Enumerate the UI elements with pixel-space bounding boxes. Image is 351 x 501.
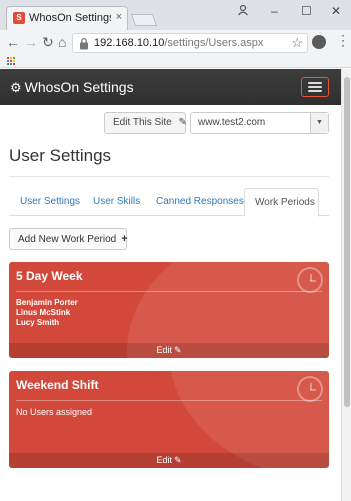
maximize-icon[interactable]: ☐ (301, 4, 312, 18)
work-period-card: Weekend Shift No Users assigned Edit ✎ (9, 371, 329, 468)
home-icon[interactable]: ⌂ (58, 34, 66, 50)
forward-icon[interactable]: → (24, 34, 38, 50)
back-icon[interactable]: ← (6, 34, 20, 50)
edit-label: Edit (156, 455, 172, 465)
apps-dot (10, 63, 12, 65)
work-period-name: 5 Day Week (16, 269, 83, 283)
pencil-icon: ✎ (173, 345, 182, 355)
url-host: 192.168.10.10 (94, 37, 165, 49)
tab-user-skills[interactable]: User Skills (93, 188, 140, 216)
plus-icon: + (121, 233, 128, 245)
cogs-icon: ⚙ (10, 80, 22, 95)
hamburger-line (308, 90, 322, 92)
pencil-icon: ✎ (178, 117, 187, 128)
minimize-icon[interactable]: – (271, 4, 278, 18)
close-window-icon[interactable]: ✕ (331, 4, 341, 18)
page-title: User Settings (9, 146, 112, 165)
browser-tabstrip: S WhosOn Settings | User × – ☐ ✕ (0, 0, 351, 30)
hamburger-line (308, 86, 322, 88)
hamburger-menu-button[interactable] (301, 77, 329, 97)
apps-icon[interactable] (7, 57, 16, 66)
edit-site-button[interactable]: Edit This Site ✎ (104, 112, 187, 134)
top-navbar: ⚙ WhosOn Settings (0, 69, 341, 105)
browser-menu-icon[interactable]: ⋮ (336, 32, 350, 49)
browser-tab[interactable]: S WhosOn Settings | User × (6, 6, 128, 30)
tab-title: WhosOn Settings | User (29, 12, 111, 24)
card-edit-link[interactable]: Edit ✎ (9, 453, 329, 468)
page-scrollbar[interactable] (341, 69, 351, 501)
lock-icon (80, 37, 88, 50)
brand-label: WhosOn Settings (24, 79, 134, 95)
extension-icon[interactable] (312, 35, 326, 49)
pencil-icon: ✎ (173, 455, 182, 465)
add-work-period-button[interactable]: Add New Work Period + (9, 228, 128, 250)
site-select-value: www.test2.com (198, 117, 266, 128)
divider (9, 176, 329, 177)
apps-dot (7, 63, 9, 65)
add-work-period-label: Add New Work Period (18, 234, 117, 245)
edit-label: Edit (156, 345, 172, 355)
account-icon[interactable] (237, 4, 249, 19)
bookmarks-bar (0, 56, 351, 68)
browser-toolbar: ← → ↻ ⌂ 192.168.10.10/settings/Users.asp… (0, 30, 351, 56)
work-period-name: Weekend Shift (16, 378, 99, 392)
brand[interactable]: ⚙ WhosOn Settings (10, 79, 134, 96)
apps-dot (10, 60, 12, 62)
apps-dot (13, 57, 15, 59)
apps-dot (7, 57, 9, 59)
assigned-users: Benjamin Porter Linus McStink Lucy Smith (16, 298, 78, 328)
edit-site-label: Edit This Site (113, 117, 172, 128)
clock-icon (297, 376, 323, 402)
hamburger-line (308, 82, 322, 84)
clock-icon (297, 267, 323, 293)
apps-dot (13, 63, 15, 65)
page-viewport: ⚙ WhosOn Settings Edit This Site ✎ www.te… (0, 69, 341, 501)
tab-canned-responses[interactable]: Canned Responses (156, 188, 244, 216)
tab-work-periods[interactable]: Work Periods (244, 188, 319, 217)
reload-icon[interactable]: ↻ (42, 34, 54, 50)
caret-down-icon[interactable]: ▼ (310, 113, 328, 133)
favicon-icon: S (13, 12, 25, 24)
tab-close-icon[interactable]: × (116, 11, 122, 23)
url-text: 192.168.10.10/settings/Users.aspx (94, 37, 263, 49)
url-path: /settings/Users.aspx (164, 37, 264, 49)
apps-dot (10, 57, 12, 59)
scrollbar-thumb[interactable] (344, 77, 350, 407)
new-tab-button[interactable] (130, 14, 158, 26)
user-name: Lucy Smith (16, 318, 60, 327)
settings-tabs: User Settings User Skills Canned Respons… (9, 188, 329, 217)
card-edit-link[interactable]: Edit ✎ (9, 343, 329, 358)
card-divider (16, 291, 322, 292)
work-period-card: 5 Day Week Benjamin Porter Linus McStink… (9, 262, 329, 358)
card-divider (16, 400, 322, 401)
apps-dot (7, 60, 9, 62)
user-name: Linus McStink (16, 308, 71, 317)
tab-user-settings[interactable]: User Settings (20, 188, 80, 216)
apps-dot (13, 60, 15, 62)
site-select[interactable]: www.test2.com ▼ (190, 112, 329, 134)
user-name: Benjamin Porter (16, 298, 78, 307)
address-bar[interactable]: 192.168.10.10/settings/Users.aspx ☆ (72, 33, 308, 53)
bookmark-star-icon[interactable]: ☆ (291, 35, 303, 51)
no-users-text: No Users assigned (16, 407, 93, 417)
